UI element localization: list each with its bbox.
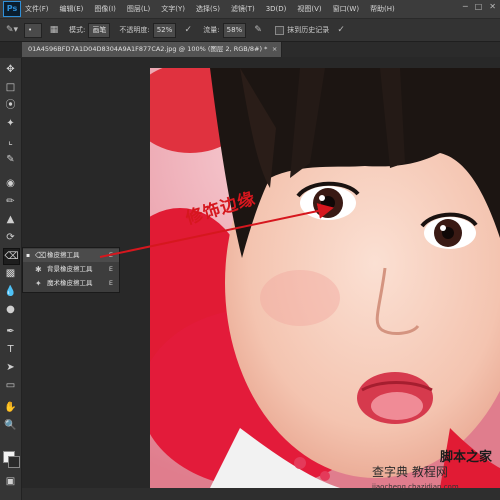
watermark-url: jiaocheng.chazidian.com bbox=[372, 483, 459, 491]
watermark: 脚本之家 查字典 教程网 jiaocheng.chazidian.com bbox=[372, 450, 498, 498]
watermark-subtitle: 查字典 教程网 bbox=[372, 465, 448, 479]
annotation-arrow bbox=[99, 203, 334, 258]
watermark-site-name: 脚本之家 bbox=[439, 450, 492, 465]
